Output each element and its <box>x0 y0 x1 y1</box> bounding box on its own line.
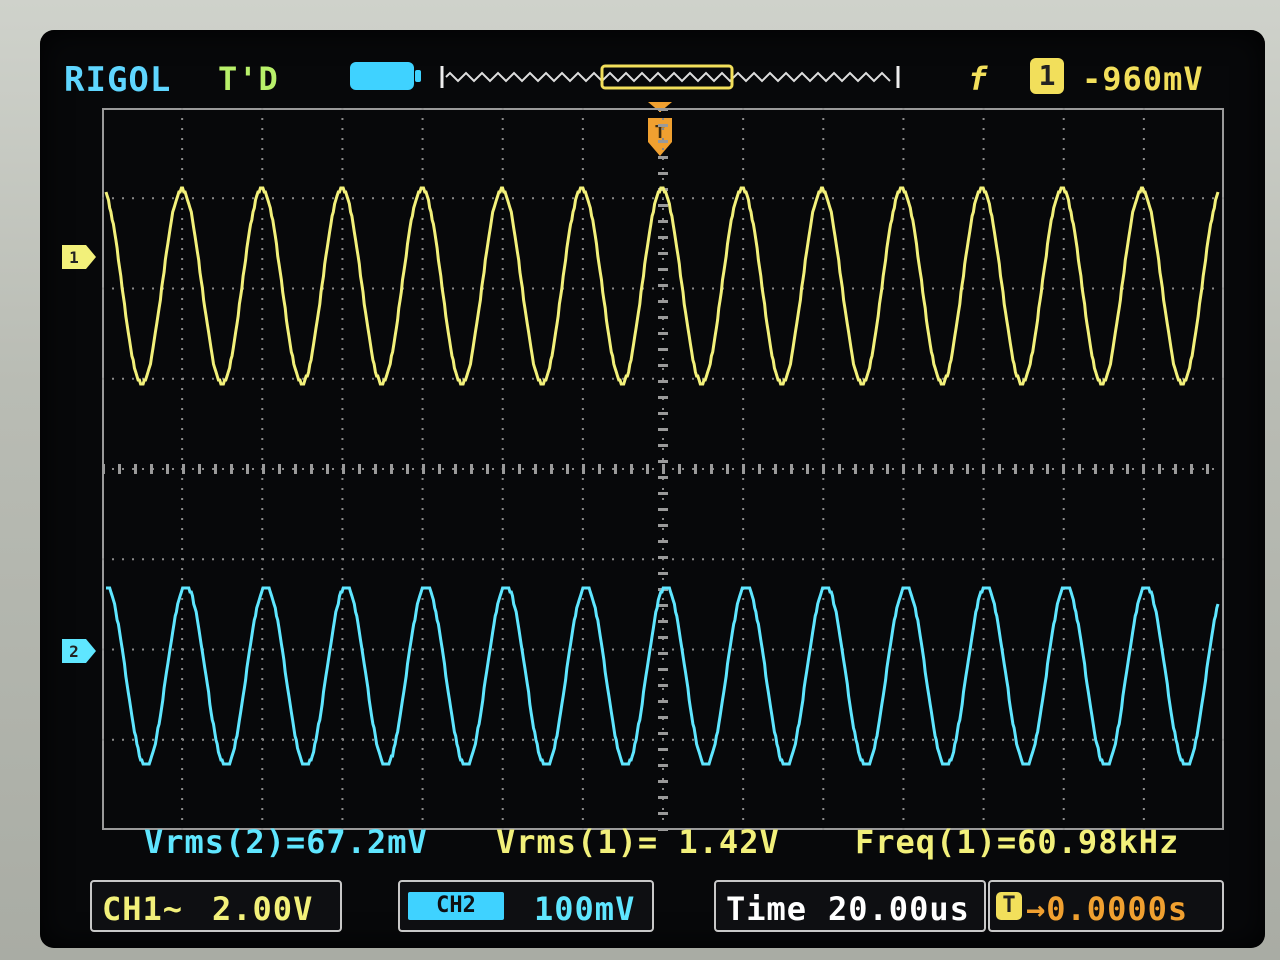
ch2-scale-panel[interactable]: CH2 100mV <box>398 880 654 932</box>
ch2-waveform <box>106 586 1220 766</box>
oscilloscope-screen: RIGOL T'D f 1 -960mV T 1 2 Vrms(2)=67.2m… <box>40 30 1265 948</box>
battery-icon <box>350 62 421 90</box>
oscilloscope-bezel: RIGOL T'D f 1 -960mV T 1 2 Vrms(2)=67.2m… <box>0 0 1280 960</box>
waveform-graticule[interactable] <box>102 108 1224 870</box>
trigger-edge-icon: f <box>968 60 989 98</box>
trigger-position-value: →0.0000s <box>1026 890 1189 928</box>
brand-label: RIGOL <box>64 60 172 100</box>
ch2-offset-marker-icon[interactable]: 2 <box>62 639 96 663</box>
ch2-tag: CH2 <box>408 892 504 920</box>
trigger-tag-icon: T <box>996 892 1022 920</box>
ch1-volts-per-div: 2.00V <box>212 890 314 928</box>
timebase-panel[interactable]: Time 20.00us <box>714 880 986 932</box>
measurement-freq-ch1: Freq(1)=60.98kHz <box>855 823 1180 861</box>
trigger-position-panel[interactable]: T →0.0000s <box>988 880 1224 932</box>
trigger-source-badge: 1 <box>1030 58 1064 94</box>
ch1-offset-marker-icon[interactable]: 1 <box>62 245 96 269</box>
ch1-coupling-label: CH1~ <box>102 890 184 928</box>
svg-text:2: 2 <box>69 642 79 661</box>
timebase-label: Time <box>726 890 808 928</box>
trigger-status: T'D <box>218 60 279 98</box>
ch1-scale-panel[interactable]: CH1~ 2.00V <box>90 880 342 932</box>
measurement-vrms-ch2: Vrms(2)=67.2mV <box>144 823 428 861</box>
ch2-volts-per-div: 100mV <box>534 890 636 928</box>
svg-text:1: 1 <box>69 248 79 267</box>
trigger-level: -960mV <box>1082 60 1204 98</box>
memory-depth-bar[interactable] <box>440 60 900 94</box>
measurement-vrms-ch1: Vrms(1)= 1.42V <box>496 823 780 861</box>
timebase-value: 20.00us <box>828 890 970 928</box>
